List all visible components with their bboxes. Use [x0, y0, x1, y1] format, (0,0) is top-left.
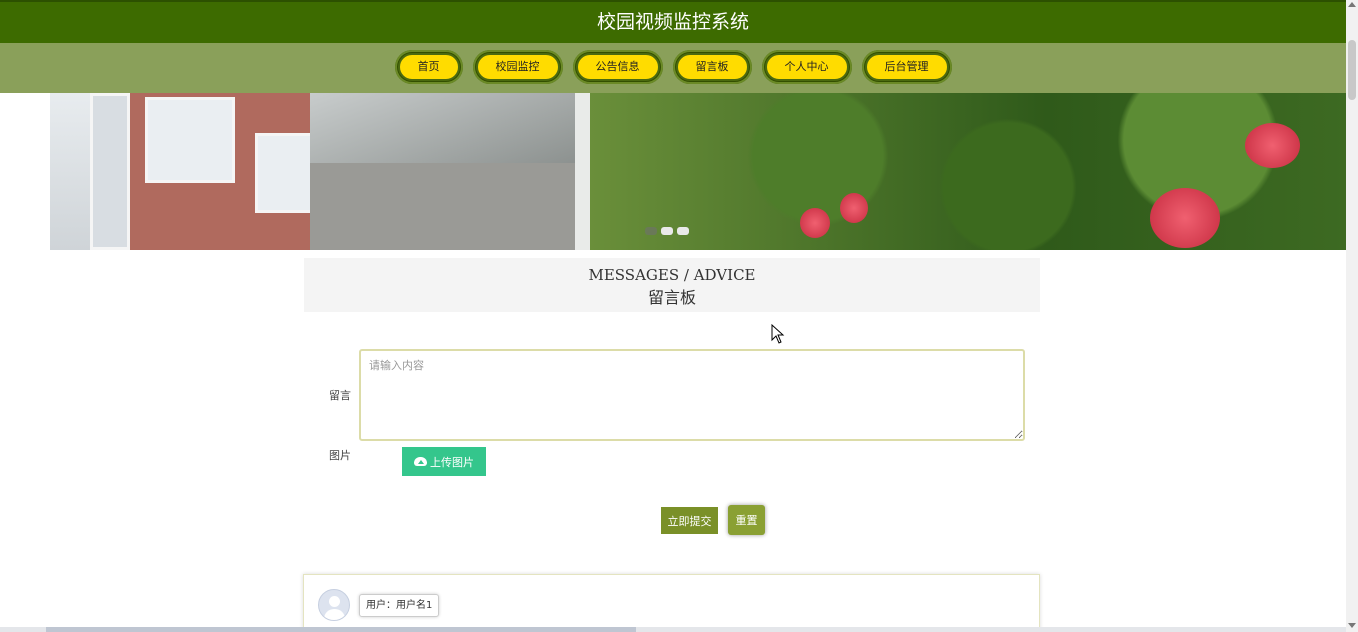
banner-foliage: [590, 93, 1346, 250]
main-nav: 首页 校园监控 公告信息 留言板 个人中心 后台管理: [0, 43, 1346, 93]
image-label: 图片: [329, 449, 351, 462]
upload-image-button[interactable]: 上传图片: [402, 447, 486, 476]
horizontal-scrollbar[interactable]: [0, 627, 1346, 632]
nav-item-admin[interactable]: 后台管理: [861, 50, 952, 84]
reset-button[interactable]: 重置: [728, 505, 765, 535]
banner-carousel[interactable]: [50, 93, 1346, 250]
message-label: 留言: [329, 389, 351, 402]
upload-button-label: 上传图片: [430, 456, 474, 469]
banner-window: [145, 97, 235, 183]
nav-item-announcements[interactable]: 公告信息: [572, 50, 663, 84]
cursor-arrow-icon: [771, 324, 785, 344]
user-avatar-icon: [318, 589, 350, 621]
nav-item-label: 首页: [397, 53, 460, 81]
banner-canopy: [310, 93, 580, 163]
nav-item-message-board[interactable]: 留言板: [672, 50, 752, 84]
carousel-dot[interactable]: [677, 227, 689, 235]
submit-button[interactable]: 立即提交: [661, 507, 718, 534]
carousel-indicators: [645, 227, 693, 235]
nav-item-home[interactable]: 首页: [394, 50, 463, 84]
banner-wall: [90, 93, 130, 250]
scroll-down-arrow-icon[interactable]: [1348, 623, 1356, 628]
scroll-up-arrow-icon[interactable]: [1348, 2, 1356, 7]
nav-item-campus-monitor[interactable]: 校园监控: [472, 50, 563, 84]
horizontal-scroll-thumb[interactable]: [46, 627, 636, 632]
message-card: 用户：用户名1: [303, 574, 1040, 632]
section-title-en: MESSAGES / ADVICE: [588, 266, 756, 284]
banner-flower: [1150, 188, 1220, 248]
nav-item-label: 公告信息: [575, 53, 660, 81]
banner-flower: [800, 208, 830, 238]
nav-item-label: 留言板: [675, 53, 749, 81]
nav-item-label: 后台管理: [864, 53, 949, 81]
carousel-dot[interactable]: [661, 227, 673, 235]
scroll-thumb[interactable]: [1348, 40, 1356, 100]
message-input[interactable]: [359, 349, 1025, 441]
site-title: 校园视频监控系统: [596, 11, 749, 33]
nav-item-personal-center[interactable]: 个人中心: [761, 50, 852, 84]
nav-list: 首页 校园监控 公告信息 留言板 个人中心 后台管理: [0, 50, 1346, 84]
banner-flower: [840, 193, 868, 223]
vertical-scrollbar[interactable]: [1346, 0, 1358, 632]
section-title-cn: 留言板: [647, 288, 696, 307]
avatar-head: [329, 596, 340, 607]
site-header: 校园视频监控系统: [0, 0, 1346, 43]
nav-item-label: 校园监控: [475, 53, 560, 81]
avatar-body: [324, 609, 345, 620]
banner-flower: [1245, 123, 1300, 168]
carousel-dot[interactable]: [645, 227, 657, 235]
cloud-upload-icon: [414, 457, 427, 466]
section-header: MESSAGES / ADVICE 留言板: [304, 258, 1040, 312]
nav-item-label: 个人中心: [764, 53, 849, 81]
message-user-tag: 用户：用户名1: [359, 594, 440, 617]
